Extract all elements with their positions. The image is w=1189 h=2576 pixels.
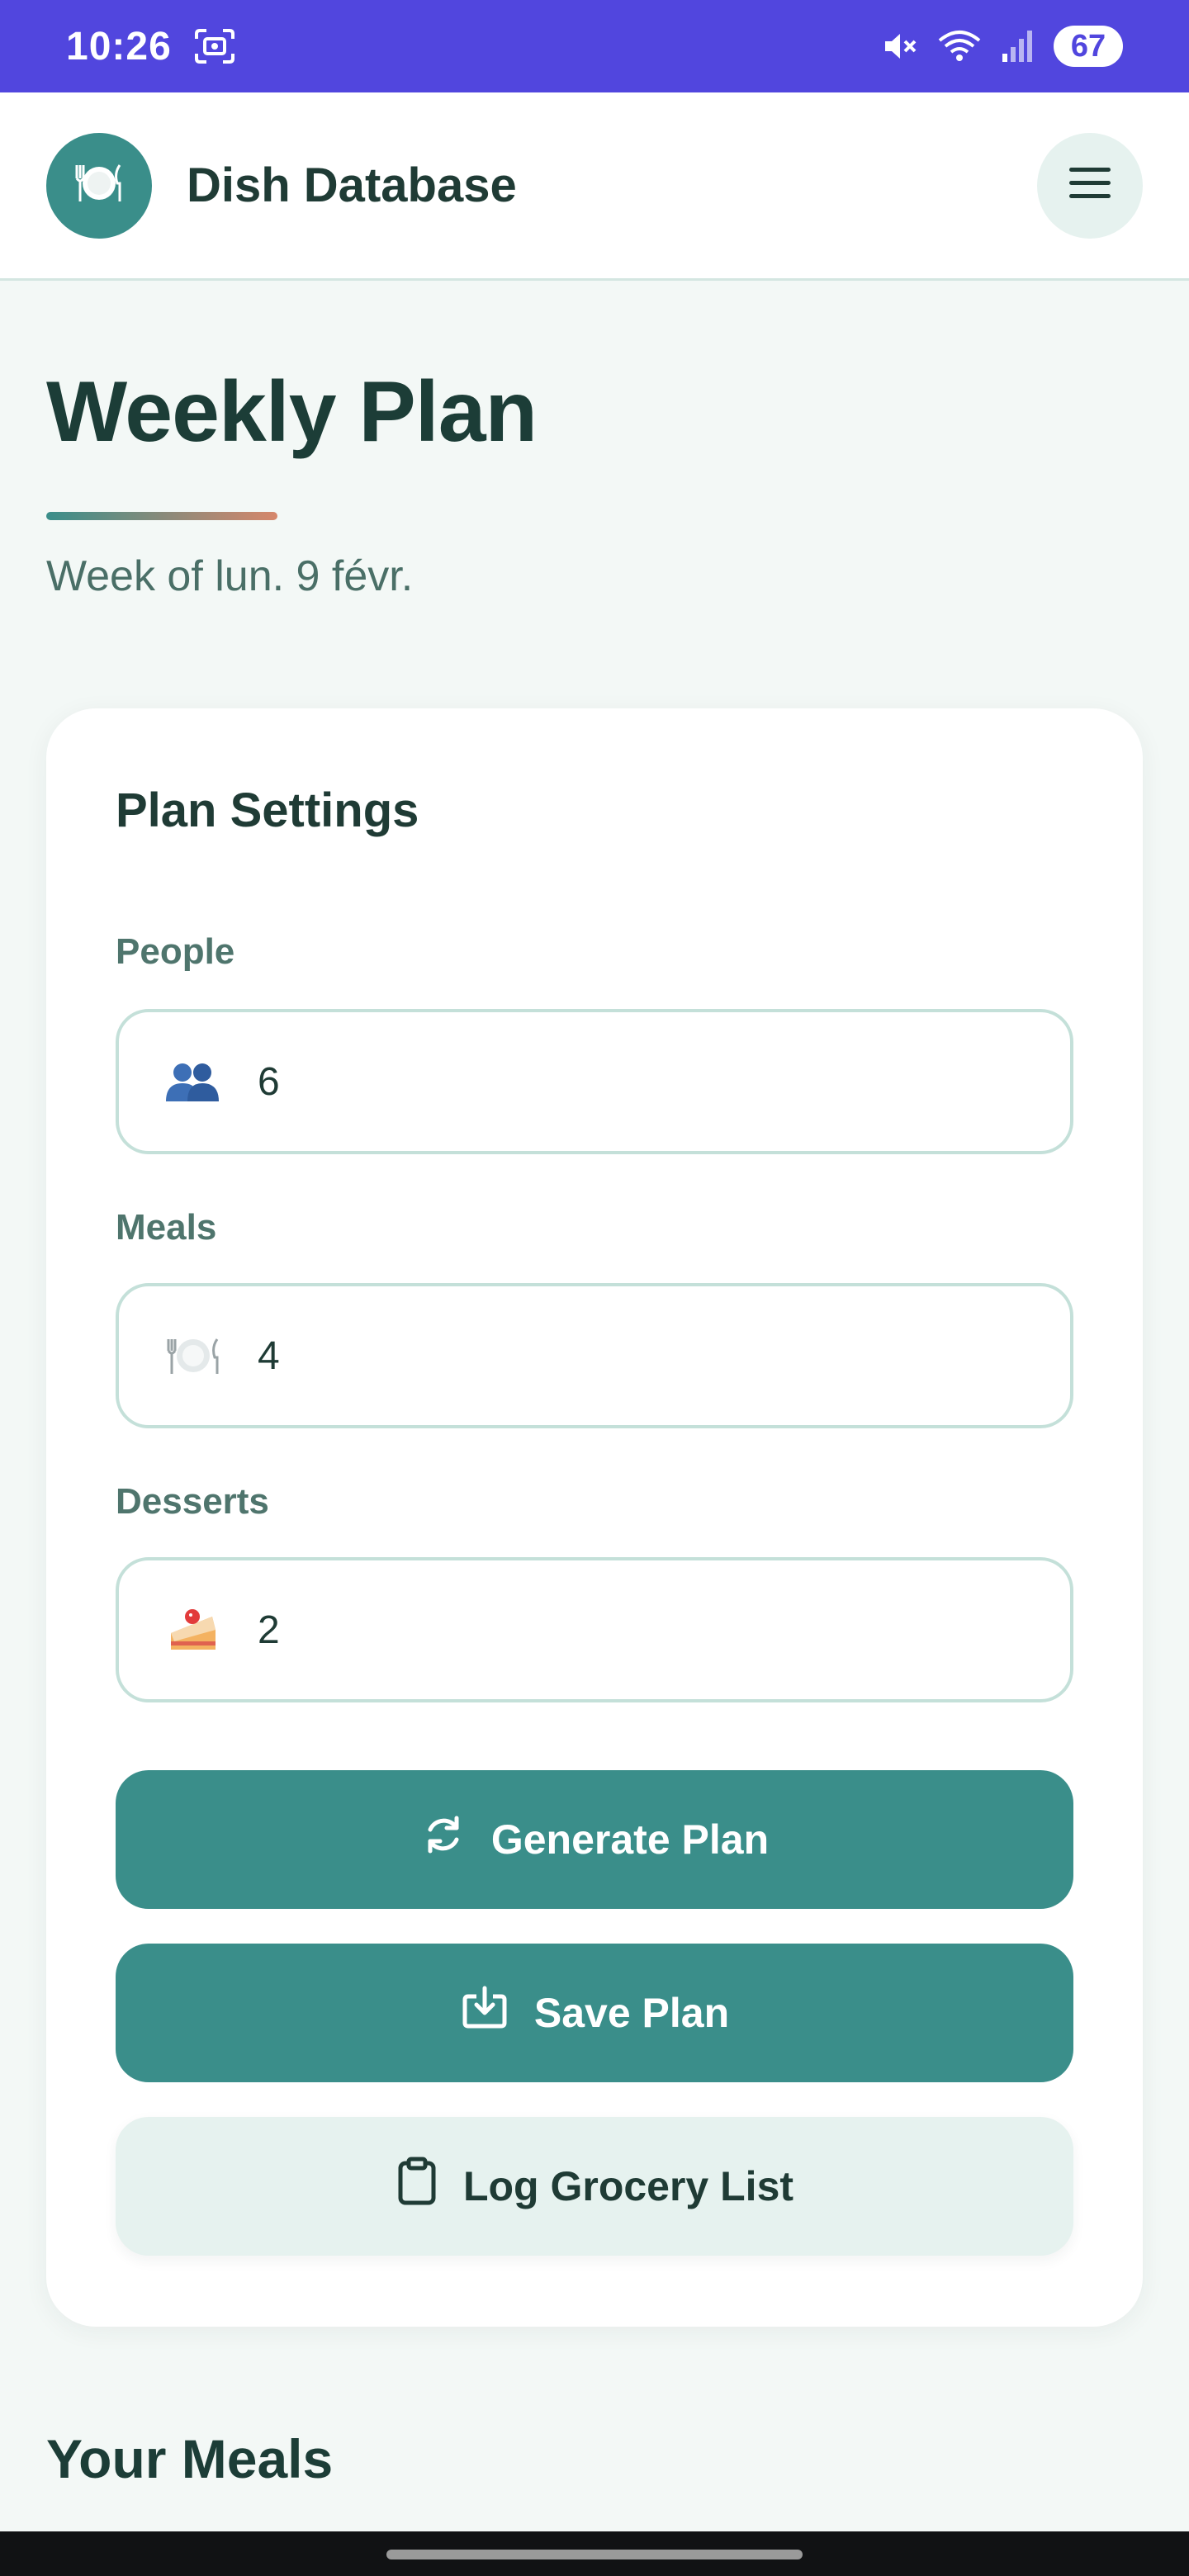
page-title: Weekly Plan <box>46 364 538 460</box>
menu-button[interactable] <box>1037 132 1143 239</box>
navigation-bar <box>0 2531 1189 2576</box>
screenshot-icon <box>193 27 236 65</box>
download-icon <box>460 1985 509 2041</box>
signal-icon <box>1001 27 1035 65</box>
log-grocery-list-button[interactable]: Log Grocery List <box>116 2117 1073 2256</box>
your-meals-heading: Your Meals <box>46 2428 334 2489</box>
home-gesture-handle[interactable] <box>386 2550 803 2559</box>
mute-icon <box>880 27 918 65</box>
week-subtitle: Week of lun. 9 févr. <box>46 552 414 600</box>
generate-plan-label: Generate Plan <box>490 1816 770 1863</box>
generate-plan-button[interactable]: Generate Plan <box>116 1770 1073 1909</box>
desserts-label: Desserts <box>116 1481 269 1522</box>
status-icons: 67 <box>880 26 1123 67</box>
logo[interactable] <box>46 132 152 239</box>
status-bar: 10:26 67 <box>0 0 1189 92</box>
title-underline <box>46 512 277 520</box>
refresh-icon <box>420 1811 467 1868</box>
people-label: People <box>116 931 235 972</box>
plate-icon <box>69 154 129 217</box>
desserts-input[interactable]: 2 <box>116 1557 1073 1702</box>
card-title: Plan Settings <box>116 784 419 837</box>
log-grocery-list-label: Log Grocery List <box>462 2163 794 2209</box>
meals-input[interactable]: 4 <box>116 1283 1073 1428</box>
people-input[interactable]: 6 <box>116 1009 1073 1154</box>
people-value: 6 <box>258 1059 280 1104</box>
wifi-icon <box>936 27 983 65</box>
cake-icon <box>162 1605 225 1655</box>
save-plan-button[interactable]: Save Plan <box>116 1944 1073 2082</box>
meals-label: Meals <box>116 1207 217 1248</box>
clipboard-icon <box>396 2157 438 2216</box>
plate-icon <box>162 1334 225 1377</box>
save-plan-label: Save Plan <box>533 1990 730 2036</box>
battery-indicator: 67 <box>1054 26 1123 67</box>
app-header: Dish Database <box>0 92 1189 281</box>
people-icon <box>162 1060 225 1103</box>
desserts-value: 2 <box>258 1608 280 1652</box>
status-time: 10:26 <box>66 24 172 69</box>
app-title: Dish Database <box>187 159 517 212</box>
plan-settings-card: Plan Settings People 6 Meals 4 Desserts <box>46 708 1143 2327</box>
meals-value: 4 <box>258 1333 280 1378</box>
hamburger-icon <box>1068 166 1112 205</box>
